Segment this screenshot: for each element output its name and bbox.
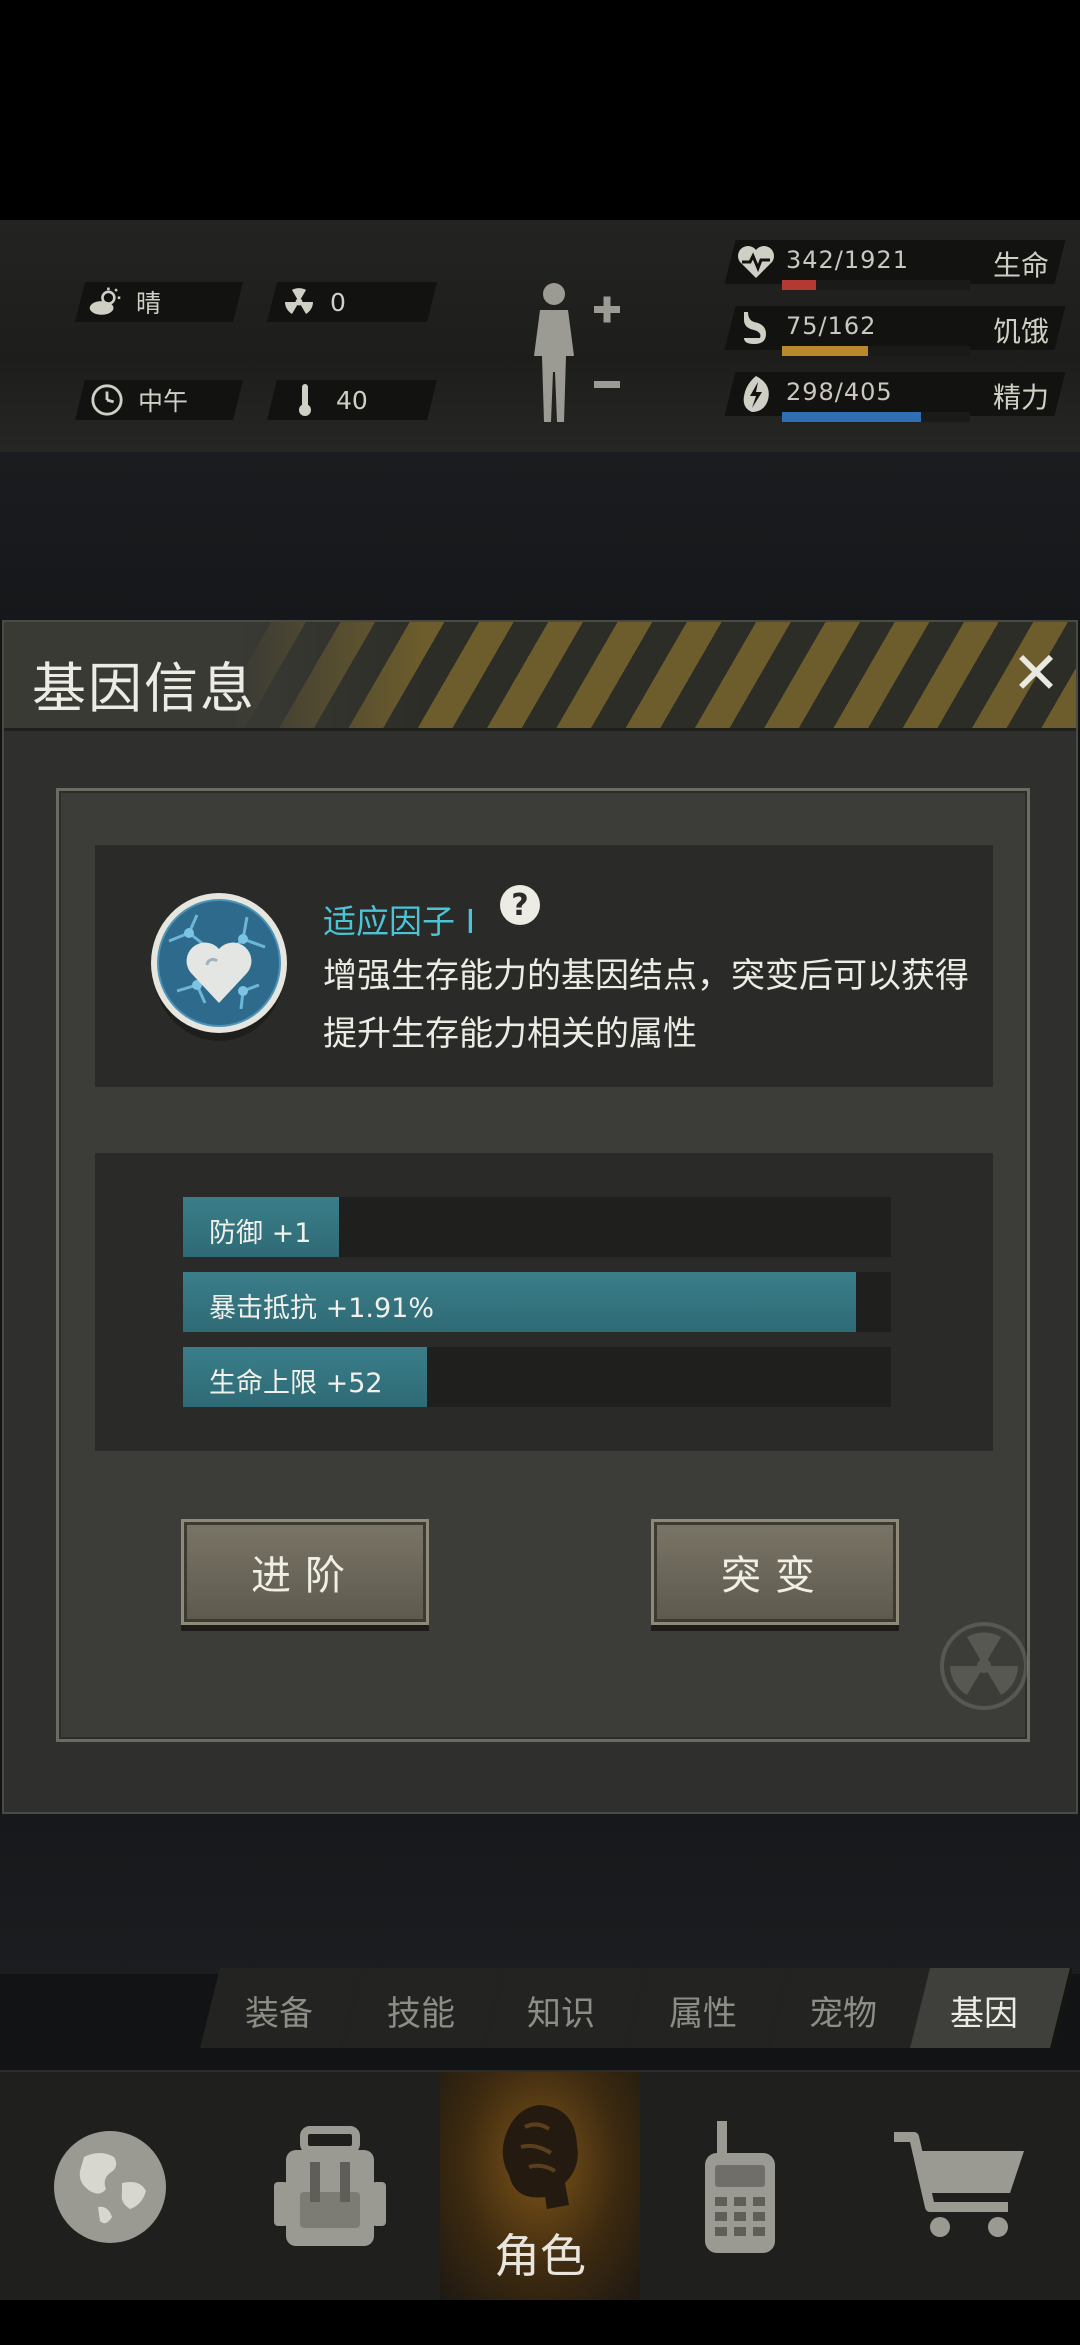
temperature-value: 40 [336,385,368,415]
hunger-bar [782,346,970,356]
dialog-title: 基因信息 [32,657,256,720]
stomach-icon [738,308,774,348]
nav-character-label: 角色 [494,2229,586,2283]
temperature-pill: 40 [288,380,368,420]
gene-name: 适应因子 I [323,902,476,941]
stat-row-defense: 防御 +1 [183,1197,891,1257]
heart-icon [736,242,776,282]
stat-label-defense: 防御 +1 [209,1218,312,1249]
help-icon[interactable]: ? [500,885,540,925]
mutate-button[interactable]: 突变 [651,1519,899,1625]
stat-row-max-hp: 生命上限 +52 [183,1347,891,1407]
gene-stats-box: 防御 +1 暴击抵抗 +1.91% 生命上限 +52 [95,1153,993,1451]
status-bar: 晴 0 中午 40 342/1921 生命 75/162 饥饿 298/405 … [0,220,1080,454]
radio-icon [705,2121,775,2253]
radiation-value: 0 [330,287,346,317]
time-label: 中午 [138,387,189,416]
weather-label: 晴 [136,289,162,318]
nav-shop[interactable] [840,2072,1080,2302]
tab-gene-label: 基因 [950,1994,1018,2034]
health-value: 342/1921 [786,246,909,274]
hunger-bar-fill [782,346,869,356]
bottom-nav: 角色 [0,2070,1080,2302]
tab-pets-label: 宠物 [809,1994,877,2034]
nav-world[interactable] [0,2072,220,2302]
background-scene-lower [0,1814,1080,1974]
tab-attributes-label: 属性 [669,1994,737,2034]
close-button[interactable]: ✕ [1006,638,1066,708]
nav-radio[interactable] [640,2072,840,2302]
gene-heart-icon [147,881,291,1045]
stat-label-max-hp: 生命上限 +52 [209,1368,383,1399]
backpack-icon [274,2126,386,2246]
nav-inventory[interactable] [220,2072,440,2302]
nav-character[interactable]: 角色 [440,2072,640,2302]
advance-button[interactable]: 进阶 [181,1519,429,1625]
energy-label: 精力 [993,381,1050,414]
bottom-black-bar [0,2300,1080,2345]
body-figure-icon[interactable] [522,276,622,426]
thermometer-icon [288,383,322,417]
hunger-value: 75/162 [786,312,877,340]
health-bar-fill [782,280,816,290]
globe-icon [54,2131,166,2243]
gene-info-dialog: 基因信息 ✕ 适应因子 I ? 增强生存能力的基因结点，突变后可以获得提升生存能… [2,620,1078,1814]
energy-bar-fill [782,412,922,422]
character-icon [502,2105,578,2209]
gene-info-box: 适应因子 I ? 增强生存能力的基因结点，突变后可以获得提升生存能力相关的属性 [95,845,993,1087]
gene-description: 增强生存能力的基因结点，突变后可以获得提升生存能力相关的属性 [323,956,969,1054]
energy-icon [738,374,774,414]
cart-icon [894,2132,1024,2237]
health-bar [782,280,970,290]
tab-skills-label: 技能 [387,1994,455,2034]
energy-value: 298/405 [786,378,893,406]
gene-panel: 适应因子 I ? 增强生存能力的基因结点，突变后可以获得提升生存能力相关的属性 … [56,788,1030,1742]
tab-knowledge-label: 知识 [527,1994,595,2034]
radiation-pill: 0 [282,282,346,322]
clock-icon [90,383,124,417]
hunger-label: 饥饿 [993,315,1050,348]
energy-bar [782,412,970,422]
stat-row-crit-resist: 暴击抵抗 +1.91% [183,1272,891,1332]
weather-pill: 晴 [88,282,161,322]
time-pill: 中午 [90,380,188,420]
top-black-band [0,0,1080,220]
cloudy-sun-icon [88,285,122,319]
stat-label-crit-resist: 暴击抵抗 +1.91% [209,1293,434,1324]
radiation-icon [282,285,316,319]
tab-equipment-text: 装备 [245,1994,313,2034]
background-scene [0,452,1080,620]
health-label: 生命 [993,249,1050,282]
radiation-watermark-icon [939,1621,1029,1711]
